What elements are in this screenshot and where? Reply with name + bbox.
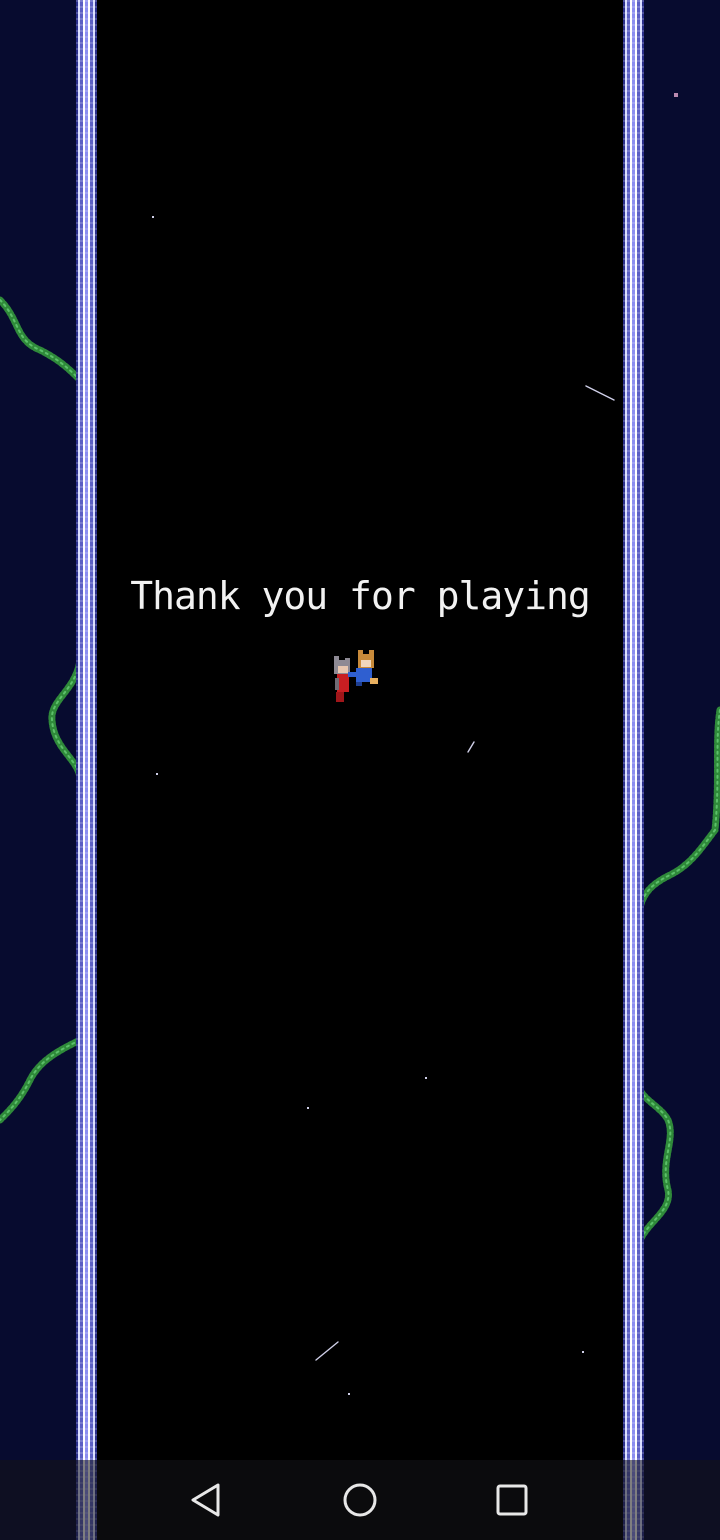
ending-title: Thank you for playing	[130, 574, 590, 618]
star	[348, 1393, 350, 1395]
star	[582, 1351, 584, 1353]
shooting-star	[585, 385, 615, 401]
back-triangle-icon[interactable]	[182, 1476, 230, 1524]
star	[152, 216, 154, 218]
game-scene: Thank you for playing	[0, 0, 720, 1540]
navigation-bar	[0, 1460, 720, 1540]
star	[156, 773, 158, 775]
two-characters-hugging-sprite	[334, 650, 378, 702]
shooting-star	[315, 1341, 339, 1361]
star	[425, 1077, 427, 1079]
recents-square-icon[interactable]	[488, 1476, 536, 1524]
star	[307, 1107, 309, 1109]
starfield	[152, 93, 678, 1395]
home-circle-icon[interactable]	[336, 1476, 384, 1524]
shooting-star	[467, 741, 475, 753]
star	[674, 93, 678, 97]
